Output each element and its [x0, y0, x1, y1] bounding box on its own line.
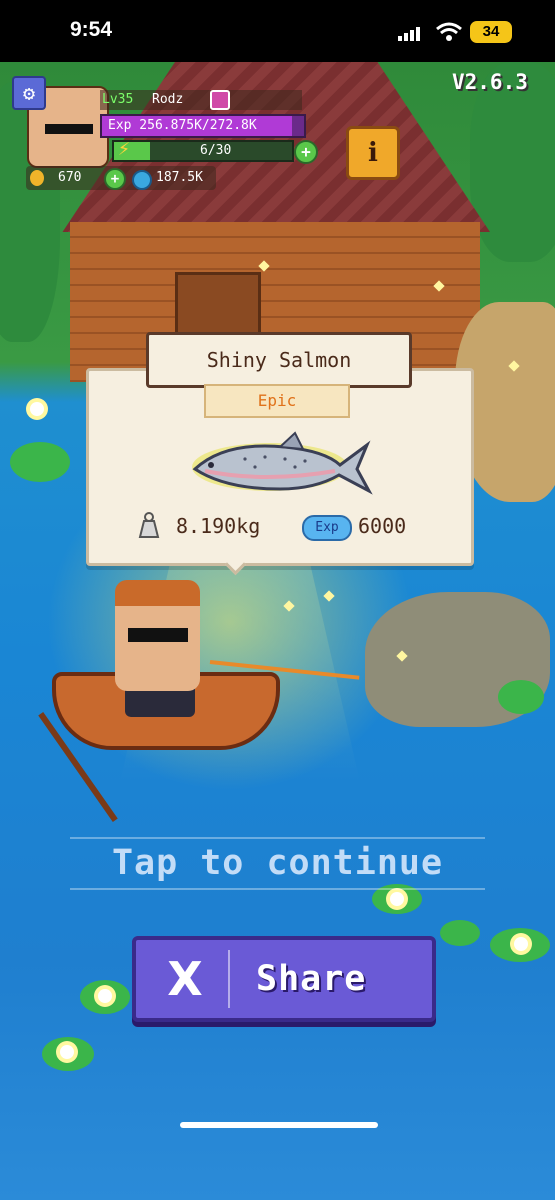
plus-icon: + — [301, 142, 311, 161]
add-energy-button[interactable]: + — [294, 140, 318, 164]
player-level: Lv35 — [102, 92, 134, 107]
fish-icon — [185, 427, 375, 507]
gem-count: 187.5K — [156, 170, 203, 185]
fish-name: Shiny Salmon — [146, 332, 412, 388]
plus-icon: + — [110, 171, 120, 187]
lily-flower — [98, 989, 112, 1003]
gem-icon — [132, 170, 152, 190]
exp-text: Exp 256.875K/272.8K — [108, 118, 257, 133]
fish-rarity: Epic — [204, 384, 350, 418]
lily-flower — [30, 402, 44, 416]
status-bar: 9:54 34 — [0, 0, 555, 62]
lily-pad — [10, 442, 70, 482]
share-button[interactable]: X Share — [132, 936, 436, 1022]
divider — [70, 837, 485, 839]
info-button[interactable]: i — [346, 126, 400, 180]
signal-icon — [398, 26, 422, 41]
sparkle — [323, 590, 335, 602]
exp-badge: Exp — [302, 515, 352, 541]
lily-flower — [390, 892, 404, 906]
exp-bar: Exp 256.875K/272.8K — [100, 114, 306, 138]
game-version: V2.6.3 — [452, 70, 528, 94]
currency-row: 670 + 187.5K — [26, 166, 216, 190]
energy-bar: 6/30 — [112, 140, 294, 162]
add-coins-button[interactable]: + — [104, 168, 126, 190]
x-logo-icon: X — [167, 952, 203, 1006]
lily-flower — [514, 937, 528, 951]
player-hud: ⚙ Lv35 Rodz Exp 256.875K/272.8K 6/30 ⚡ +… — [12, 76, 400, 191]
lily-flower — [60, 1045, 74, 1059]
home-indicator[interactable] — [180, 1122, 378, 1128]
exp-reward: 6000 — [358, 514, 407, 538]
coin-icon — [30, 170, 44, 186]
battery-indicator: 34 — [470, 21, 512, 43]
game-scene[interactable]: V2.6.3 ⚙ Lv35 Rodz Exp 256.875K/272.8K 6… — [0, 62, 555, 1200]
energy-text: 6/30 — [200, 143, 232, 158]
avatar-sunglasses — [45, 124, 93, 134]
energy-icon: ⚡ — [118, 136, 131, 160]
player-name: Rodz — [152, 92, 184, 107]
weight-scale-icon — [136, 511, 162, 539]
fish-weight: 8.190kg — [176, 514, 261, 538]
divider — [70, 888, 485, 890]
settings-button[interactable]: ⚙ — [12, 76, 46, 110]
wifi-icon — [436, 22, 462, 42]
lily-pad — [498, 680, 544, 714]
status-time: 9:54 — [70, 18, 113, 41]
lily-pad — [440, 920, 480, 946]
share-divider — [228, 950, 230, 1008]
player-badge-icon[interactable] — [210, 90, 230, 110]
player-name-bar: Lv35 Rodz — [100, 90, 302, 110]
settings-icon: ⚙ — [22, 81, 36, 105]
share-label: Share — [256, 959, 367, 999]
tap-to-continue[interactable]: Tap to continue — [70, 840, 485, 886]
fisher-sunglasses — [128, 628, 188, 642]
coin-count: 670 — [58, 170, 82, 185]
info-icon: i — [368, 138, 378, 168]
